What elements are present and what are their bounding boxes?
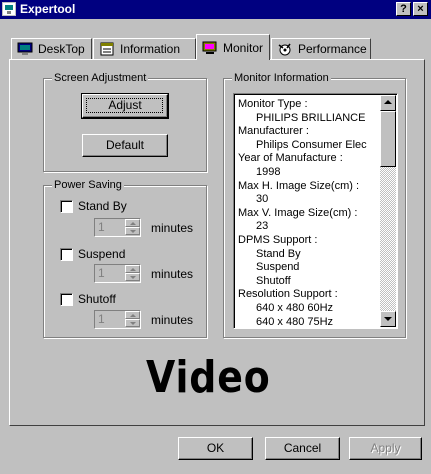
- power-saving-title: Power Saving: [52, 178, 124, 192]
- standby-minutes-spinner[interactable]: 1: [94, 218, 141, 237]
- list-item: Shutoff: [256, 274, 291, 287]
- standby-checkbox[interactable]: [60, 200, 73, 213]
- list-item: 1998: [256, 165, 281, 178]
- spin-down-icon[interactable]: [125, 319, 140, 327]
- spin-down-icon[interactable]: [125, 273, 140, 281]
- help-button[interactable]: ?: [396, 2, 411, 16]
- scroll-down-icon[interactable]: [380, 311, 396, 327]
- list-item: Year of Manufacture :: [238, 152, 343, 165]
- default-button[interactable]: Default: [82, 134, 168, 157]
- list-item: Manufacturer :: [238, 125, 309, 138]
- spin-up-icon[interactable]: [125, 265, 140, 273]
- suspend-minutes-spinner[interactable]: 1: [94, 264, 141, 283]
- suspend-checkbox[interactable]: [60, 248, 73, 261]
- list-item: 640 x 480 60Hz: [256, 301, 334, 314]
- scroll-thumb[interactable]: [380, 111, 396, 167]
- desktop-icon: [17, 42, 33, 56]
- screen-adjustment-group: Screen Adjustment: [43, 71, 207, 172]
- shutoff-checkbox[interactable]: [60, 293, 73, 306]
- shutoff-minutes-spinner[interactable]: 1: [94, 310, 141, 329]
- list-item: Resolution Support :: [238, 288, 338, 301]
- video-logo: Video: [146, 352, 271, 403]
- app-icon: [2, 2, 16, 16]
- suspend-unit: minutes: [151, 267, 194, 281]
- list-item: Stand By: [256, 247, 301, 260]
- list-item: DPMS Support :: [238, 233, 318, 246]
- monitor-information-title: Monitor Information: [232, 71, 331, 85]
- ok-button[interactable]: OK: [178, 437, 253, 460]
- spin-down-icon[interactable]: [125, 227, 140, 235]
- tab-label: Performance: [298, 42, 367, 56]
- tab-label: Information: [120, 42, 181, 56]
- monitor-icon: [202, 41, 218, 55]
- screen-adjustment-title: Screen Adjustment: [52, 71, 149, 85]
- apply-button: Apply: [349, 437, 422, 460]
- shutoff-label: Shutoff: [78, 292, 116, 306]
- tab-label: Monitor: [223, 40, 264, 55]
- list-item: Max H. Image Size(cm) :: [238, 179, 360, 192]
- list-item: 23: [256, 220, 269, 233]
- suspend-label: Suspend: [78, 247, 126, 261]
- vertical-scrollbar[interactable]: [380, 95, 396, 327]
- close-button[interactable]: ×: [413, 2, 428, 16]
- list-item: 640 x 480 75Hz: [256, 315, 334, 328]
- performance-icon: [277, 42, 293, 56]
- standby-unit: minutes: [151, 221, 194, 235]
- information-icon: [99, 42, 115, 56]
- spin-up-icon[interactable]: [125, 311, 140, 319]
- monitor-info-list[interactable]: Monitor Type : PHILIPS BRILLIANCE Manufa…: [233, 93, 398, 329]
- spin-up-icon[interactable]: [125, 219, 140, 227]
- tab-information[interactable]: Information: [93, 38, 196, 59]
- list-item: Philips Consumer Elec: [256, 138, 367, 151]
- title-bar: Expertool ? ×: [0, 0, 431, 19]
- list-item: Monitor Type :: [238, 98, 308, 110]
- list-item: Max V. Image Size(cm) :: [238, 206, 358, 219]
- scroll-up-icon[interactable]: [380, 95, 396, 111]
- monitor-info-lines: Monitor Type : PHILIPS BRILLIANCE Manufa…: [238, 98, 380, 328]
- tab-performance[interactable]: Performance: [271, 38, 371, 59]
- shutoff-unit: minutes: [151, 313, 194, 327]
- tab-label: DeskTop: [38, 42, 85, 56]
- adjust-button[interactable]: Adjust: [81, 93, 169, 119]
- standby-label: Stand By: [78, 199, 127, 213]
- list-item: PHILIPS BRILLIANCE: [256, 111, 366, 124]
- tab-monitor[interactable]: Monitor: [196, 34, 270, 60]
- list-item: 30: [256, 193, 269, 206]
- cancel-button[interactable]: Cancel: [265, 437, 340, 460]
- list-item: Suspend: [256, 261, 300, 274]
- window-title: Expertool: [20, 2, 76, 16]
- tab-desktop[interactable]: DeskTop: [11, 38, 92, 59]
